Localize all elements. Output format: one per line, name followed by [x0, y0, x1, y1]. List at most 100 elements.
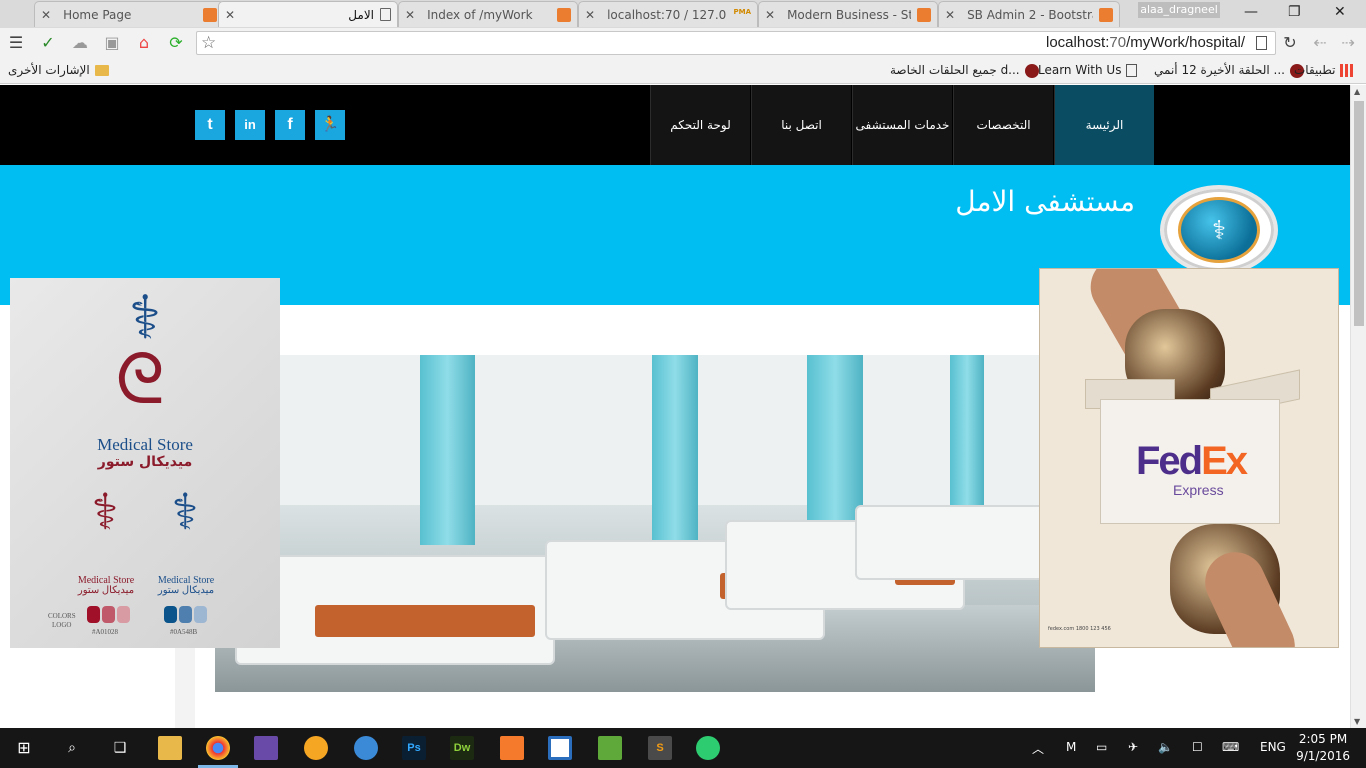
profile-button[interactable]: alaa_dragneel	[1138, 2, 1220, 18]
scroll-up-icon[interactable]: ▲	[1354, 87, 1360, 96]
media-player-icon[interactable]	[304, 736, 328, 760]
chart-app-icon[interactable]	[598, 736, 622, 760]
runner-icon[interactable]: 🏃	[315, 110, 345, 140]
show-hidden-icons[interactable]: ︿	[1032, 740, 1044, 757]
nav-specialties[interactable]: التخصصات	[953, 85, 1053, 165]
folder-icon	[94, 65, 109, 76]
search-icon[interactable]: ⌕	[60, 736, 84, 760]
swatch-red-light	[117, 606, 130, 623]
sublime-text-icon[interactable]: S	[648, 736, 672, 760]
close-tab-icon[interactable]: ✕	[945, 8, 955, 22]
fedex-ad[interactable]: FedEx Express fedex.com 1800 123 456	[1039, 268, 1339, 648]
swatch-blue-mid	[179, 606, 192, 623]
other-bookmarks[interactable]: الإشارات الأخرى	[8, 63, 109, 77]
back-icon[interactable]: ⇢	[1338, 33, 1358, 53]
nav-contact[interactable]: اتصل بنا	[751, 85, 851, 165]
bookmark-item-2[interactable]: Learn With Us	[1038, 63, 1138, 77]
tab-sb-admin[interactable]: ✕ SB Admin 2 - Bootstrap	[938, 1, 1120, 27]
close-tab-icon[interactable]: ✕	[405, 8, 415, 22]
extension-refresh-icon[interactable]: ⟳	[166, 33, 186, 53]
tab-index-mywork[interactable]: ✕ Index of /myWork	[398, 1, 578, 27]
twitter-icon[interactable]: t	[195, 110, 225, 140]
tab-strip: ✕ Home Page ✕ الامل ✕ Index of /myWork ✕…	[0, 0, 1366, 28]
xampp-icon[interactable]	[500, 736, 524, 760]
bookmark-item-3[interactable]: جميع الحلقات الخاصة d...	[890, 63, 1039, 78]
fedex-express-label: Express	[1173, 482, 1224, 498]
scroll-down-icon[interactable]: ▼	[1354, 717, 1360, 726]
globe-app-icon[interactable]	[354, 736, 378, 760]
tab-title: Index of /myWork	[427, 7, 533, 22]
clock-time: 2:05 PM	[1298, 732, 1348, 746]
action-center-icon[interactable]: ☐	[1192, 740, 1203, 754]
swatch-red-mid	[102, 606, 115, 623]
color-code-red: #A01028	[92, 628, 119, 636]
ad-brand-en: Medical Store	[97, 435, 193, 454]
swatch-blue	[164, 606, 177, 623]
tab-phpmyadmin[interactable]: ✕ localhost:70 / 127.0.0.1 PMA	[578, 1, 758, 27]
close-window-icon[interactable]: ✕	[1334, 4, 1346, 20]
nav-home[interactable]: الرئيسة	[1054, 85, 1154, 165]
apps-bookmark[interactable]: تطبيقات	[1294, 63, 1354, 77]
page-scrollbar[interactable]: ▲ ▼	[1350, 85, 1366, 728]
minimize-icon[interactable]: —	[1244, 4, 1258, 20]
tab-hospital[interactable]: ✕ الامل	[218, 1, 398, 27]
anime-icon	[1024, 63, 1039, 78]
web-page: لوحة التحكم اتصل بنا خدمات المستشفى التخ…	[0, 85, 1350, 728]
page-info-icon[interactable]	[1256, 36, 1267, 50]
airplane-icon[interactable]: ✈	[1128, 740, 1138, 754]
photo-bed-board	[315, 605, 535, 637]
site-title: مستشفى الامل	[955, 185, 1135, 218]
close-tab-icon[interactable]: ✕	[585, 8, 595, 22]
close-tab-icon[interactable]: ✕	[765, 8, 775, 22]
extension-check-icon[interactable]: ✓	[38, 33, 58, 53]
volume-icon[interactable]: 🔈	[1158, 740, 1173, 754]
photo-curtain	[420, 355, 475, 545]
visual-studio-icon[interactable]	[254, 736, 278, 760]
caduceus-red-icon: ⚕	[91, 483, 119, 541]
facebook-icon[interactable]: f	[275, 110, 305, 140]
dreamweaver-icon[interactable]: Dw	[450, 736, 474, 760]
ad-small-ar: ميديكال ستور	[77, 585, 135, 596]
tab-modern-business[interactable]: ✕ Modern Business - Start	[758, 1, 938, 27]
phpmyadmin-icon: PMA	[733, 7, 751, 16]
url-text[interactable]: localhost:70/myWork/hospital/	[1046, 34, 1245, 51]
ad-brand-ar: ميديكال ستور	[97, 454, 193, 470]
restore-icon[interactable]: ❐	[1288, 4, 1301, 20]
close-tab-icon[interactable]: ✕	[41, 8, 51, 22]
keyboard-icon[interactable]: ⌨	[1222, 740, 1239, 754]
tab-home-page[interactable]: ✕ Home Page	[34, 1, 224, 27]
bookmark-item-1[interactable]: الحلقة الأخيرة 12 أنمي ...	[1154, 63, 1304, 78]
menu-icon[interactable]: ☰	[6, 33, 26, 53]
site-navbar: لوحة التحكم اتصل بنا خدمات المستشفى التخ…	[0, 85, 1350, 165]
tray-battery-icon[interactable]: ▭	[1096, 740, 1107, 754]
app-window-icon[interactable]	[548, 736, 572, 760]
file-explorer-icon[interactable]	[158, 736, 182, 760]
atom-icon[interactable]	[696, 736, 720, 760]
windows-taskbar: ⊞ ⌕ ❑ Ps Dw S ︿ M ▭ ✈ 🔈 ☐ ⌨ ENG 2:05 PM …	[0, 728, 1366, 768]
nav-dashboard[interactable]: لوحة التحكم	[650, 85, 750, 165]
medical-store-ad[interactable]: ⚕ ᘓ Medical Store ميديكال ستور ⚕ ⚕ Medic…	[10, 278, 280, 648]
system-clock[interactable]: 2:05 PM 9/1/2016	[1296, 731, 1350, 765]
photoshop-icon[interactable]: Ps	[402, 736, 426, 760]
scroll-thumb[interactable]	[1354, 101, 1364, 326]
chrome-icon[interactable]	[206, 736, 230, 760]
extension-box-icon[interactable]: ▣	[102, 33, 122, 53]
close-tab-icon[interactable]: ✕	[225, 8, 235, 22]
xampp-icon	[557, 7, 571, 22]
page-icon	[380, 8, 391, 21]
language-indicator[interactable]: ENG	[1260, 740, 1286, 754]
extension-cloud-icon[interactable]: ☁	[70, 33, 90, 53]
forward-icon[interactable]: ⇠	[1310, 33, 1330, 53]
address-bar[interactable]: ☆ localhost:70/myWork/hospital/	[196, 31, 1276, 55]
windows-start-icon[interactable]: ⊞	[12, 736, 36, 760]
reload-icon[interactable]: ↻	[1280, 33, 1300, 53]
extension-house-icon[interactable]: ⌂	[134, 33, 154, 53]
swatch-blue-light	[194, 606, 207, 623]
linkedin-icon[interactable]: in	[235, 110, 265, 140]
task-view-icon[interactable]: ❑	[108, 736, 132, 760]
nav-services[interactable]: خدمات المستشفى	[852, 85, 952, 165]
bookmark-star-icon[interactable]: ☆	[201, 33, 216, 53]
bookmarks-bar: الإشارات الأخرى جميع الحلقات الخاصة d...…	[0, 58, 1366, 84]
fedex-footer-text: fedex.com 1800 123 456	[1048, 626, 1111, 632]
tray-m-icon[interactable]: M	[1066, 740, 1076, 754]
